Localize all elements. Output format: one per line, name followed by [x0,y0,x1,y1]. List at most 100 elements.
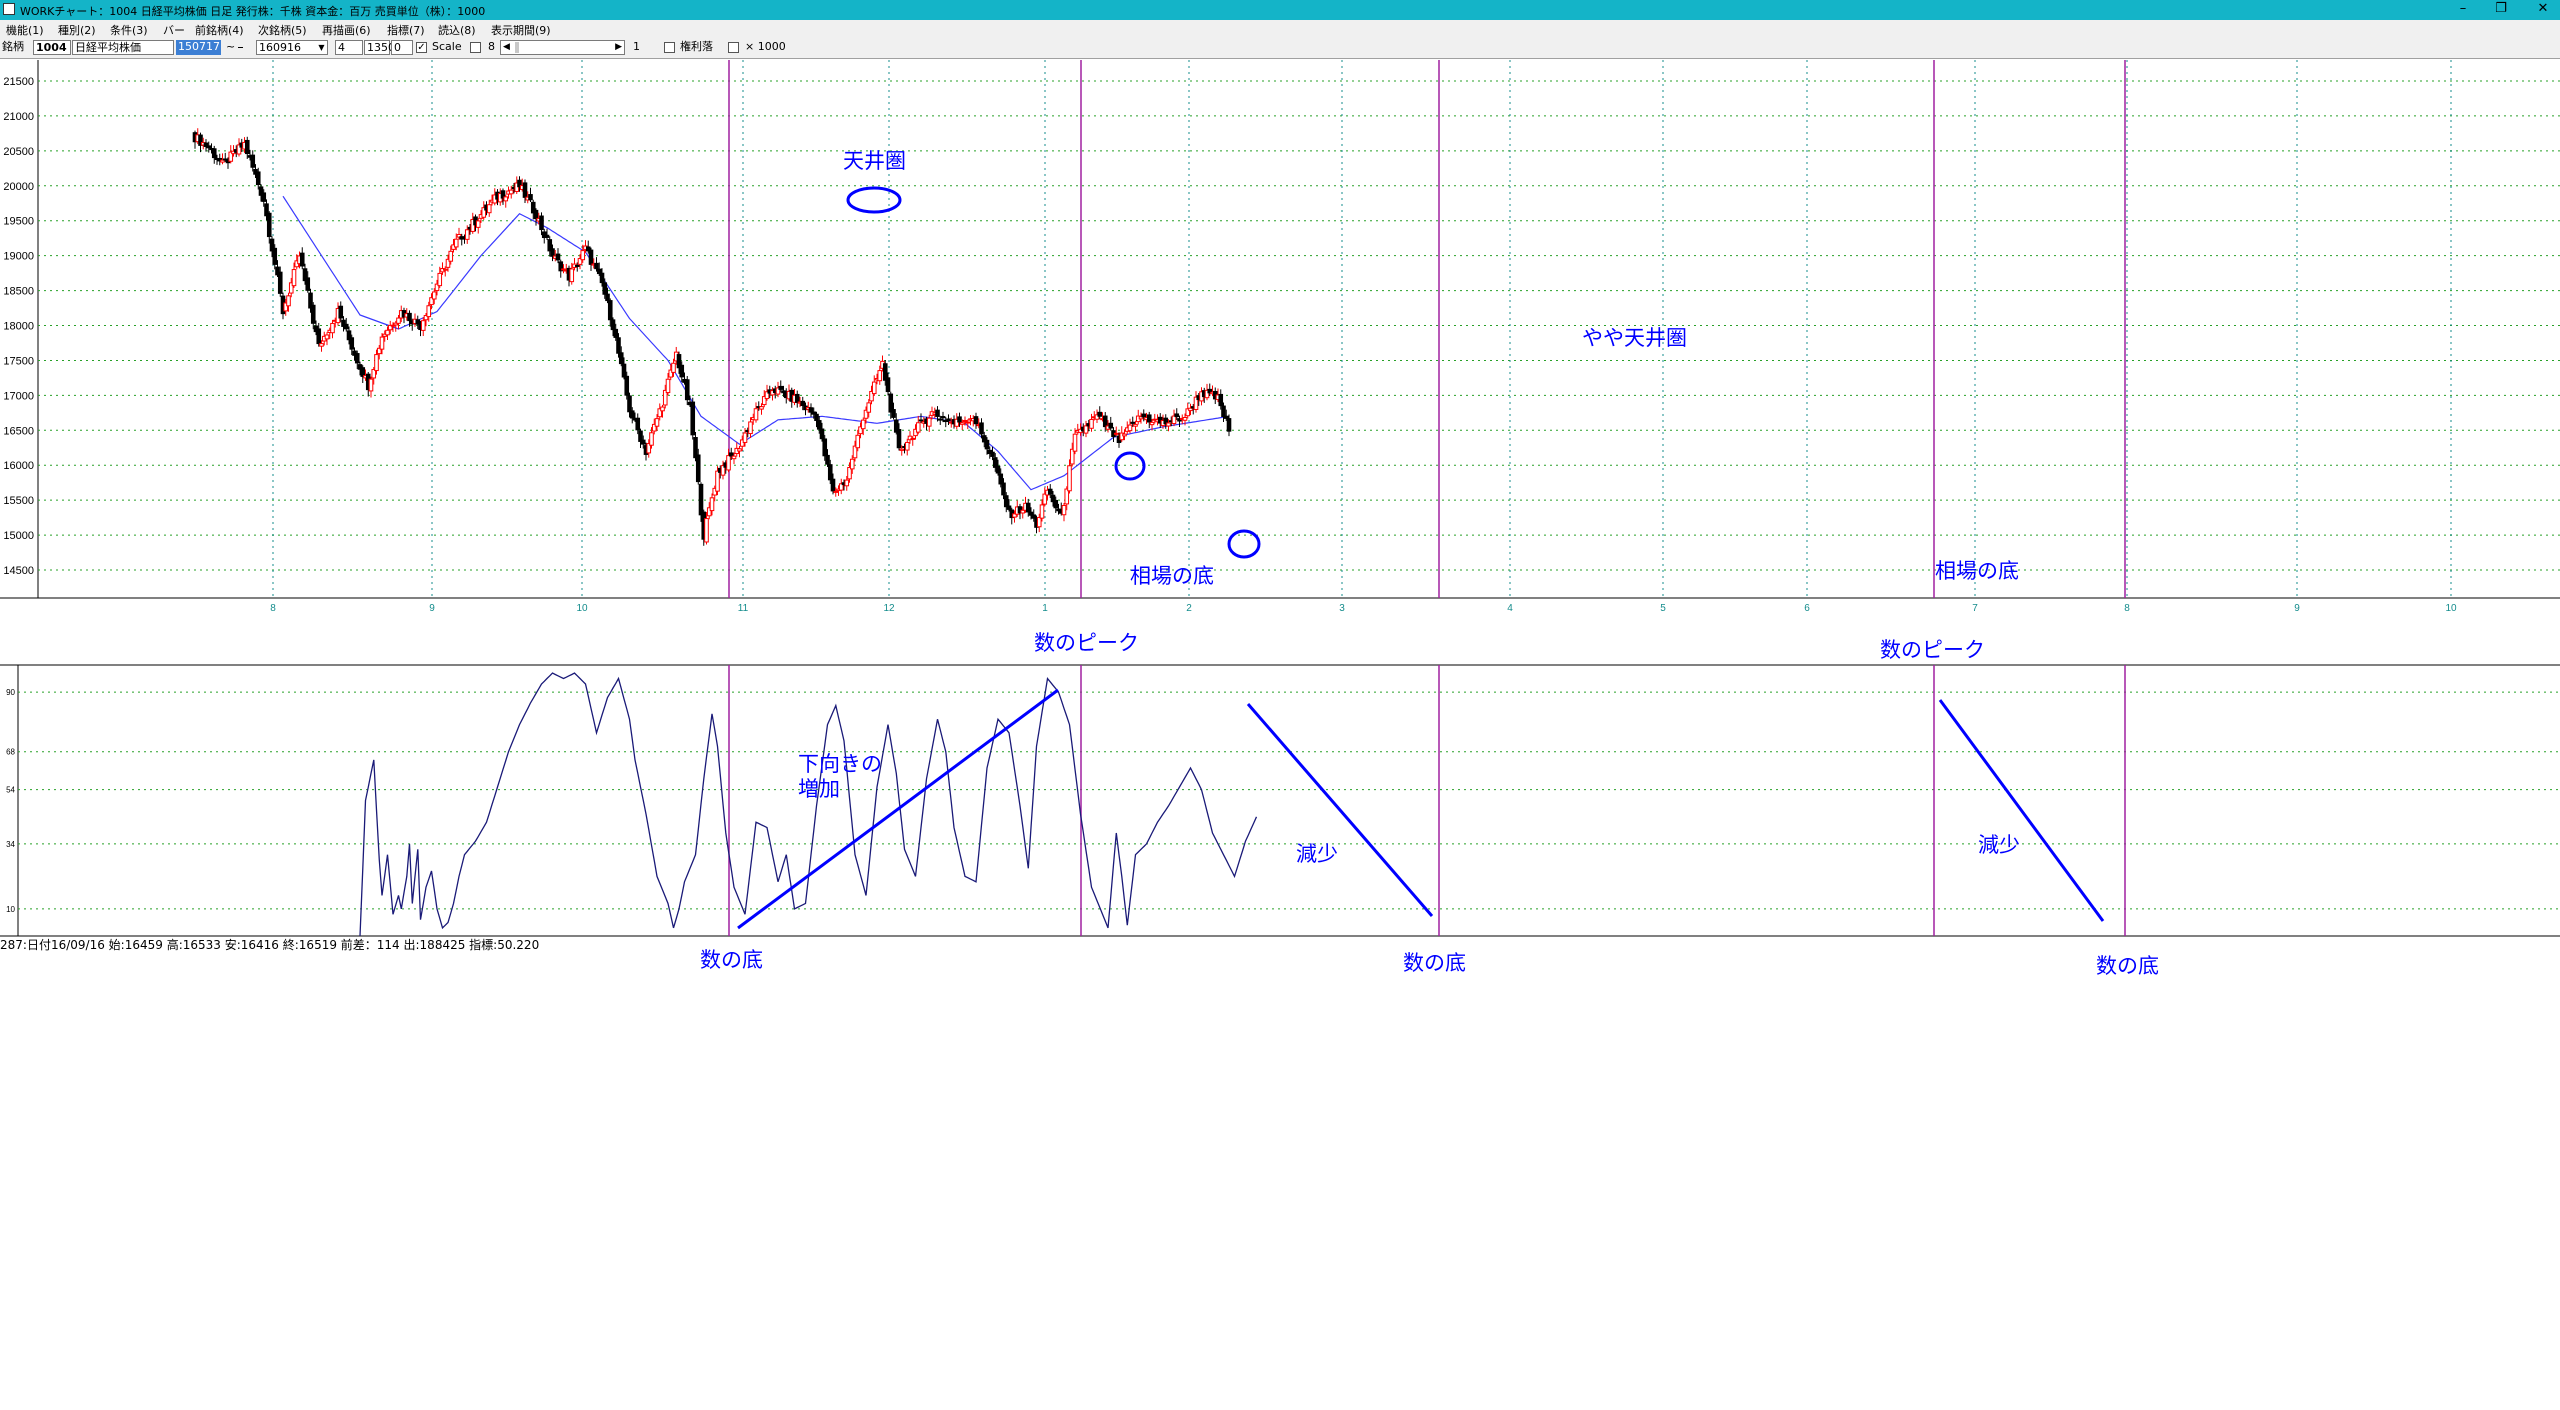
month-tick-label: 8 [2124,603,2130,614]
price-tick-label: 18000 [3,321,34,333]
month-tick-label: 8 [270,603,276,614]
candle-body [904,441,910,451]
candle-body [1174,413,1180,418]
annotation-slight-ceiling: やや天井圏 [1582,326,1687,350]
candle-body [1127,424,1133,432]
candle-body [1089,418,1094,429]
candle-body [822,438,828,457]
price-tick-label: 18500 [3,286,34,298]
annotation-count-bottom-2: 数の底 [1403,951,1466,975]
candle-body [291,269,297,287]
candle-body [827,464,833,481]
candlestick [726,448,731,473]
price-tick-label: 16500 [3,425,34,437]
candle-body [1031,514,1037,519]
candle-body [503,196,509,202]
candle-body [1166,422,1171,427]
candle-body [1061,505,1067,516]
candlestick [368,376,374,398]
candle-body [649,432,654,446]
candle-body [1072,433,1078,452]
candle-body [1188,407,1193,412]
candlestick [203,139,209,152]
candlestick [904,438,910,456]
candle-body [613,328,619,338]
annotation-count-bottom-1: 数の底 [700,948,763,972]
candle-body [539,215,544,231]
candlestick [943,416,949,428]
annotation-ceiling: 天井圏 [843,149,906,173]
candle-body [211,148,217,159]
candle-body [588,249,594,265]
candle-body [602,282,608,295]
candle-body [272,247,278,265]
candle-body [704,518,709,543]
candle-body [426,305,432,318]
candle-body [855,434,861,449]
candle-body [1223,415,1229,419]
candle-body [379,336,385,350]
candle-body [569,268,575,283]
candle-body [544,234,550,238]
candle-body [1025,502,1031,513]
candle-body [1036,516,1042,528]
candlestick [973,412,979,429]
candle-body [833,490,839,493]
annotation-decrease-1: 減少 [1296,842,1338,866]
candle-body [654,418,660,427]
candle-body [442,268,448,271]
candlestick [690,397,696,440]
candle-body [1113,432,1119,435]
candle-body [671,362,676,373]
status-line: 287:日付16/09/16 始:16459 高:16533 安:16416 終… [0,938,540,952]
price-tick-label: 20500 [3,146,34,158]
trend-line-decrease-1 [1246,703,1434,917]
candle-body [330,322,335,334]
price-tick-label: 16000 [3,460,34,472]
candle-body [607,300,613,321]
candle-body [984,439,990,450]
candle-body [555,253,561,261]
candle-body [550,248,555,257]
price-tick-label: 15000 [3,530,34,542]
candlestick [838,478,844,495]
candle-body [1130,421,1136,424]
candle-body [926,417,932,427]
candle-body [695,454,701,483]
candle-body [244,139,250,155]
annotation-market-bottom-2: 相場の底 [1935,559,2019,583]
candle-body [715,470,720,492]
month-tick-label: 12 [883,603,895,614]
candle-body [599,272,605,284]
candlestick [217,153,223,166]
indicator-tick-label: 68 [6,748,15,757]
candlestick [657,403,663,421]
candlestick [324,332,330,346]
moving-average-line [282,195,1230,491]
candle-body [431,291,437,300]
candle-body [1001,482,1006,496]
candle-body [885,377,891,393]
candle-body [778,385,784,390]
candle-body [635,417,641,431]
candlestick [624,371,630,400]
candle-body [222,158,228,161]
candle-body [374,354,379,372]
candle-body [877,370,883,382]
candle-body [385,329,390,336]
price-tick-label: 19000 [3,251,34,263]
candle-body [528,194,533,201]
candle-body [594,262,599,270]
annotation-count-bottom-3: 数の底 [2096,954,2159,978]
candlestick [1067,459,1072,494]
candlestick [228,145,234,164]
candlestick [250,150,256,172]
annotation-count-peak-1: 数のピーク [1034,631,1139,655]
candle-body [753,408,759,421]
candle-body [891,409,896,418]
price-tick-label: 17500 [3,355,34,367]
candle-body [979,422,984,435]
candle-body [407,312,412,322]
candlestick [503,194,509,208]
candle-body [794,393,800,403]
